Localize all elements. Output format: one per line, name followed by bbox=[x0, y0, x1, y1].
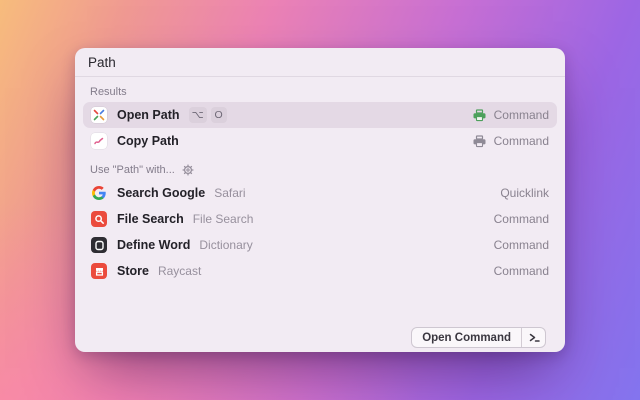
accessory-type-label: Command bbox=[494, 212, 549, 226]
row-open-path[interactable]: Open Path ⌥ O Command bbox=[83, 102, 557, 128]
row-define-word[interactable]: Define Word Dictionary Command bbox=[83, 232, 557, 258]
raycast-window: Results Open Path ⌥ O bbox=[75, 48, 565, 352]
row-title: Search Google bbox=[117, 186, 205, 200]
gear-icon[interactable] bbox=[182, 164, 194, 176]
google-icon bbox=[91, 185, 107, 201]
copy-path-icon bbox=[91, 133, 107, 149]
store-icon bbox=[91, 263, 107, 279]
section-label-text: Results bbox=[90, 86, 127, 98]
row-file-search[interactable]: File Search File Search Command bbox=[83, 206, 557, 232]
section-label-text: Use "Path" with... bbox=[90, 164, 175, 176]
printer-icon bbox=[472, 135, 487, 148]
shortcut-badges: ⌥ O bbox=[189, 107, 227, 123]
open-command-label: Open Command bbox=[412, 328, 521, 347]
accessory-type-label: Quicklink bbox=[500, 186, 549, 200]
row-title: File Search bbox=[117, 212, 184, 226]
row-subtitle: Dictionary bbox=[199, 238, 252, 252]
file-search-icon bbox=[91, 211, 107, 227]
terminal-prompt-icon bbox=[521, 328, 545, 347]
search-bar bbox=[75, 48, 565, 77]
row-subtitle: File Search bbox=[193, 212, 254, 226]
accessory-type-label: Command bbox=[494, 134, 549, 148]
option-key-badge: ⌥ bbox=[189, 107, 207, 123]
accessory-type-label: Command bbox=[494, 264, 549, 278]
section-label-results: Results bbox=[90, 86, 550, 98]
row-subtitle: Raycast bbox=[158, 264, 201, 278]
row-subtitle: Safari bbox=[214, 186, 245, 200]
row-title: Store bbox=[117, 264, 149, 278]
row-copy-path[interactable]: Copy Path Command bbox=[83, 128, 557, 154]
printer-icon bbox=[472, 109, 487, 122]
search-input[interactable] bbox=[88, 55, 552, 70]
accessory-type-label: Command bbox=[494, 238, 549, 252]
section-label-use-with: Use "Path" with... bbox=[90, 164, 550, 176]
open-path-icon bbox=[91, 107, 107, 123]
row-title: Open Path bbox=[117, 108, 180, 122]
open-command-button[interactable]: Open Command bbox=[411, 327, 546, 348]
row-title: Define Word bbox=[117, 238, 190, 252]
row-store[interactable]: Store Raycast Command bbox=[83, 258, 557, 284]
o-key-badge: O bbox=[211, 107, 227, 123]
row-title: Copy Path bbox=[117, 134, 179, 148]
results-list: Results Open Path ⌥ O bbox=[75, 77, 565, 352]
define-word-icon bbox=[91, 237, 107, 253]
row-search-google[interactable]: Search Google Safari Quicklink bbox=[83, 180, 557, 206]
accessory-type-label: Command bbox=[494, 108, 549, 122]
